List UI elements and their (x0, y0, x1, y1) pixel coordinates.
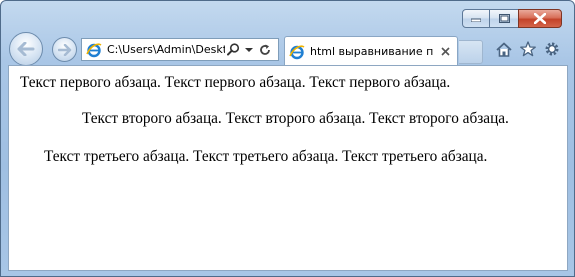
tab-active[interactable]: html выравнивание п... (284, 36, 458, 66)
favorites-star-icon[interactable] (518, 39, 538, 59)
close-icon (534, 13, 546, 24)
paragraph-1: Текст первого абзаца. Текст первого абза… (20, 74, 451, 91)
settings-gear-icon[interactable] (542, 39, 562, 59)
refresh-icon[interactable] (257, 41, 273, 59)
address-text[interactable]: C:\Users\Admin\Deskt (107, 43, 225, 56)
forward-button[interactable] (52, 37, 77, 62)
forward-arrow-icon (57, 43, 71, 56)
page-icon (85, 41, 103, 59)
close-window-button[interactable] (518, 9, 562, 28)
tab-close-icon[interactable] (438, 45, 452, 59)
page-content: Текст первого абзаца. Текст первого абза… (8, 65, 568, 271)
window-caption-buttons (462, 9, 562, 28)
search-icon[interactable] (225, 41, 241, 59)
toolbar-right (494, 39, 562, 59)
back-arrow-icon (17, 42, 35, 56)
minimize-button[interactable] (462, 9, 490, 28)
tab-page-icon (288, 43, 306, 61)
navigation-bar: C:\Users\Admin\Deskt html выравнивание п… (1, 32, 574, 66)
paragraph-2: Текст второго абзаца. Текст второго абза… (82, 110, 509, 127)
back-button[interactable] (9, 32, 43, 66)
maximize-button[interactable] (489, 9, 519, 28)
paragraph-3: Текст третьего абзаца. Текст третьего аб… (44, 148, 488, 165)
new-tab-button[interactable] (459, 40, 483, 64)
home-icon[interactable] (494, 39, 514, 59)
minimize-icon (471, 18, 481, 22)
dropdown-arrow-icon[interactable] (241, 41, 257, 59)
tab-title: html выравнивание п... (310, 45, 434, 58)
maximize-icon (498, 14, 510, 23)
browser-window: C:\Users\Admin\Deskt html выравнивание п… (0, 0, 575, 277)
address-bar[interactable]: C:\Users\Admin\Deskt (81, 38, 279, 61)
